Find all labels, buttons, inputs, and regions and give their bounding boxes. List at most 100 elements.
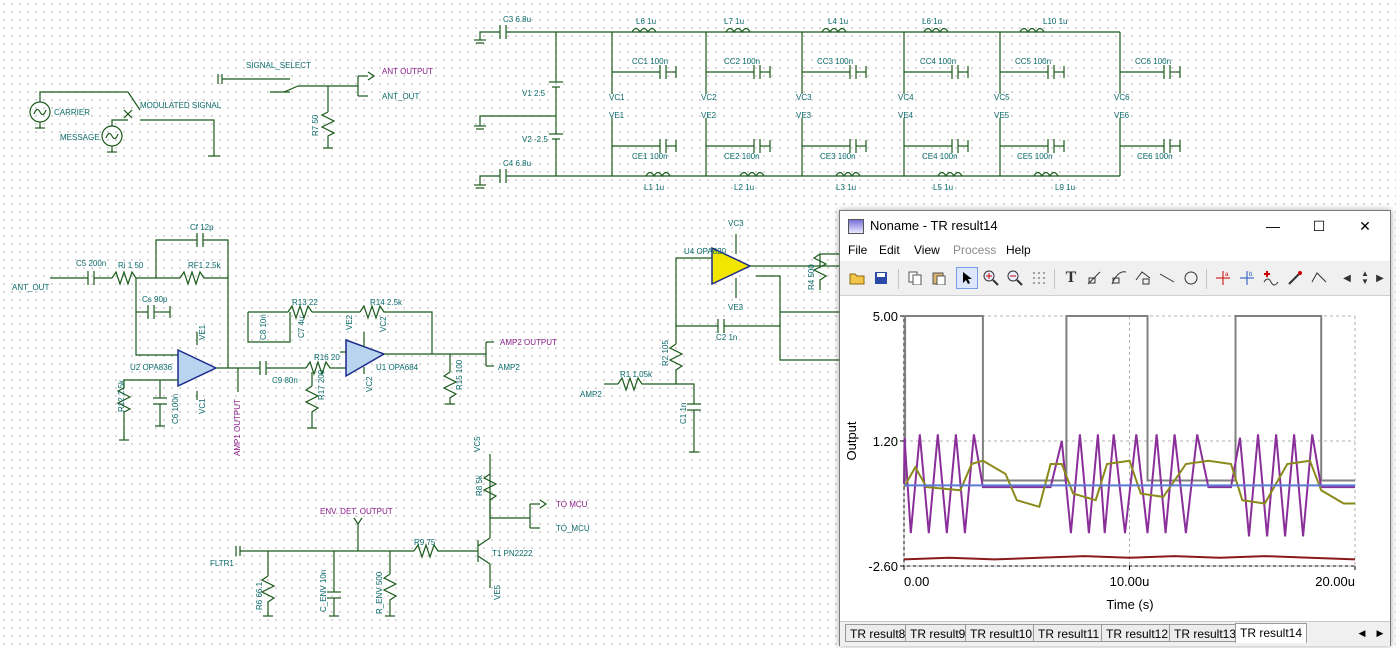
save-icon[interactable] xyxy=(870,267,892,289)
cc5-label: CC5 100n xyxy=(1015,57,1051,66)
cursor-a-icon[interactable]: a xyxy=(1212,267,1234,289)
tab-scroll-left-icon[interactable]: ◀ xyxy=(1354,625,1370,641)
ce2-label: CE2 100n xyxy=(724,152,760,161)
r2-label: R2 105 xyxy=(661,340,670,366)
maximize-button[interactable]: ☐ xyxy=(1296,211,1342,241)
pointer-icon[interactable] xyxy=(956,267,978,289)
menu-view[interactable]: View xyxy=(914,243,940,257)
ce3-label: CE3 100n xyxy=(820,152,856,161)
ce4-label: CE4 100n xyxy=(922,152,958,161)
env-det-output-label: ENV. DET. OUTPUT xyxy=(320,507,393,516)
minimize-button[interactable]: — xyxy=(1250,211,1296,241)
c2-label: C2 1n xyxy=(716,333,737,342)
to-mcu-label: TO_MCU xyxy=(556,524,590,533)
cf-label: Cf 12p xyxy=(190,223,214,232)
vc3-supply-label: VC3 xyxy=(728,219,744,228)
menu-file[interactable]: File xyxy=(848,243,867,257)
line-icon[interactable] xyxy=(1156,267,1178,289)
vc2-supply-label: VC2 xyxy=(379,316,388,332)
wave-icon[interactable] xyxy=(1308,267,1330,289)
open-icon[interactable] xyxy=(846,267,868,289)
ve5-supply-label: VE5 xyxy=(493,584,502,600)
c7-label: C7 4u xyxy=(297,317,306,338)
r12-label: R12 2.5k xyxy=(117,379,126,412)
c5-label: C5 200n xyxy=(76,259,106,268)
tab-tr-result13[interactable]: TR result13 xyxy=(1169,624,1242,642)
tab-tr-result10[interactable]: TR result10 xyxy=(965,624,1038,642)
menu-process[interactable]: Process xyxy=(953,243,996,257)
curve-label-icon[interactable] xyxy=(1108,267,1130,289)
grid-icon[interactable] xyxy=(1028,267,1050,289)
paste-icon[interactable] xyxy=(928,267,950,289)
c3-label: C3 6.8u xyxy=(503,15,531,24)
l9-label: L9 1u xyxy=(1055,183,1075,192)
cursor-b-icon[interactable]: b xyxy=(1236,267,1258,289)
title-bar[interactable]: Noname - TR result14 — ☐ ✕ xyxy=(840,211,1390,241)
rf1-label: RF1 2.5k xyxy=(188,261,221,270)
l6b-label: L6 1u xyxy=(922,17,942,26)
result-window[interactable]: Noname - TR result14 — ☐ ✕ File Edit Vie… xyxy=(839,210,1391,646)
v2-label: V2 -2.5 xyxy=(522,135,548,144)
plot-area[interactable]: 5.00 1.20 -2.60 0.00 10.00u 20.00u Time (s) O… xyxy=(840,296,1390,621)
window-title: Noname - TR result14 xyxy=(870,218,998,233)
menu-edit[interactable]: Edit xyxy=(879,243,900,257)
ve1-supply-label: VE1 xyxy=(198,324,207,340)
tab-tr-result9[interactable]: TR result9 xyxy=(905,624,971,642)
close-button[interactable]: ✕ xyxy=(1342,211,1388,241)
vc2-label: VC2 xyxy=(701,93,717,102)
u2-label: U2 OPA836 xyxy=(130,363,173,372)
y-axis-label: Output xyxy=(844,421,859,460)
x-axis-label: Time (s) xyxy=(1106,597,1153,612)
zoom-in-icon[interactable] xyxy=(980,267,1002,289)
c9-label: C9 80n xyxy=(272,376,298,385)
amp3-circuit xyxy=(604,234,840,453)
waveform-chart[interactable]: 5.00 1.20 -2.60 0.00 10.00u 20.00u Time (s) O… xyxy=(840,296,1390,621)
c4-label: C4 6.8u xyxy=(503,159,531,168)
result-tabs: TR result8 TR result9 TR result10 TR res… xyxy=(840,621,1390,646)
l1-label: L1 1u xyxy=(644,183,664,192)
ant-out-in-label: ANT_OUT xyxy=(12,283,49,292)
cc6-label: CC6 100n xyxy=(1135,57,1171,66)
l3-label: L3 1u xyxy=(836,183,856,192)
cc2-label: CC2 100n xyxy=(724,57,760,66)
t1-label: T1 PN2222 xyxy=(492,549,533,558)
amp2-output-label: AMP2 OUTPUT xyxy=(500,338,557,347)
app-icon xyxy=(848,219,864,234)
add-curve-icon[interactable] xyxy=(1260,267,1282,289)
vc1-supply-label: VC1 xyxy=(198,398,207,414)
amp1-output-label: AMP1 OUTPUT xyxy=(233,399,242,456)
cc3-label: CC3 100n xyxy=(817,57,853,66)
tab-tr-result12[interactable]: TR result12 xyxy=(1101,624,1174,642)
cc4-label: CC4 100n xyxy=(920,57,956,66)
ri-label: Ri 1 50 xyxy=(118,261,144,270)
svg-text:a: a xyxy=(1225,272,1229,278)
vc4-label: VC4 xyxy=(898,93,914,102)
tab-tr-result14[interactable]: TR result14 xyxy=(1235,623,1308,643)
copy-icon[interactable] xyxy=(904,267,926,289)
r1-label: R1 1.05k xyxy=(620,370,653,379)
text-icon[interactable]: T xyxy=(1060,267,1082,289)
c8-label: C8 10n xyxy=(259,314,268,340)
line-label-icon[interactable] xyxy=(1084,267,1106,289)
x-tick-label: 0.00 xyxy=(904,574,929,589)
l6a-label: L6 1u xyxy=(636,17,656,26)
curve-edit-icon[interactable] xyxy=(1132,267,1154,289)
r14-label: R14 2.5k xyxy=(370,298,403,307)
y-tick-label: 1.20 xyxy=(873,434,898,449)
ant-output-label: ANT OUTPUT xyxy=(382,67,433,76)
menu-help[interactable]: Help xyxy=(1006,243,1031,257)
tab-scroll-right-icon[interactable]: ▶ xyxy=(1372,625,1388,641)
l2-label: L2 1u xyxy=(734,183,754,192)
l4-label: L4 1u xyxy=(828,17,848,26)
right-icon[interactable]: ▶ xyxy=(1372,267,1388,289)
zoom-out-icon[interactable] xyxy=(1004,267,1026,289)
l5-label: L5 1u xyxy=(933,183,953,192)
c1-label: C1 1n xyxy=(679,403,688,424)
tab-tr-result11[interactable]: TR result11 xyxy=(1033,624,1105,642)
tab-tr-result8[interactable]: TR result8 xyxy=(845,624,911,642)
r16-label: R16 20 xyxy=(314,353,340,362)
circle-icon[interactable] xyxy=(1180,267,1202,289)
probe-icon[interactable] xyxy=(1284,267,1306,289)
x-tick-label: 20.00u xyxy=(1315,574,1355,589)
ve3-supply-label: VE3 xyxy=(728,303,744,312)
